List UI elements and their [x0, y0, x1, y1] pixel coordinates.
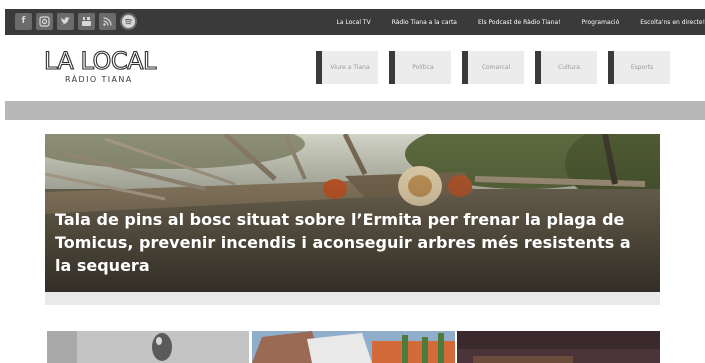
article-card[interactable]	[47, 331, 249, 363]
social-icons: f	[15, 13, 137, 30]
facebook-icon[interactable]: f	[15, 13, 32, 30]
nav-item-cultura[interactable]: Cultura	[535, 51, 597, 84]
hero-article[interactable]: Tala de pins al bosc situat sobre l’Ermi…	[45, 134, 660, 292]
main-nav: Viure a Tiana Política Comarcal Cultura …	[316, 51, 670, 84]
top-links: La Local TV Ràdio Tiana a la carta Els P…	[316, 9, 705, 35]
site-logo[interactable]: LA LOCAL RÀDIO TIANA	[43, 47, 166, 91]
instagram-icon[interactable]	[36, 13, 53, 30]
header-divider-bar	[5, 101, 705, 120]
top-link-la-local-tv[interactable]: La Local TV	[337, 19, 371, 26]
top-link-podcasts[interactable]: Els Podcast de Ràdio Tiana!	[478, 19, 561, 26]
logo-main-text: LA LOCAL	[43, 47, 157, 75]
article-card-image	[47, 331, 249, 363]
twitter-icon[interactable]	[57, 13, 74, 30]
top-bar: f La Local TV Ràdio Tiana a la carta Els…	[5, 9, 705, 35]
article-card[interactable]	[457, 331, 660, 363]
nav-item-viure-a-tiana[interactable]: Viure a Tiana	[316, 51, 378, 84]
top-link-escolta-en-directe[interactable]: Escolta'ns en directe!	[640, 19, 705, 26]
nav-item-comarcal[interactable]: Comarcal	[462, 51, 524, 84]
article-card-image	[252, 331, 455, 363]
nav-item-label: Política	[412, 64, 434, 71]
nav-item-label: Cultura	[558, 64, 580, 71]
top-link-radio-a-la-carta[interactable]: Ràdio Tiana a la carta	[392, 19, 457, 26]
nav-item-label: Comarcal	[481, 64, 511, 71]
article-card[interactable]	[252, 331, 455, 363]
top-link-programacio[interactable]: Programació	[582, 19, 620, 26]
logo-sub-text: RÀDIO TIANA	[65, 75, 133, 84]
hero-caption-bar	[45, 292, 660, 305]
nav-item-label: Viure a Tiana	[330, 64, 370, 71]
nav-item-esports[interactable]: Esports	[608, 51, 670, 84]
nav-item-politica[interactable]: Política	[389, 51, 451, 84]
article-card-image	[457, 331, 660, 363]
spotify-icon[interactable]	[120, 13, 137, 30]
hero-article-title[interactable]: Tala de pins al bosc situat sobre l’Ermi…	[55, 208, 645, 277]
rss-icon[interactable]	[99, 13, 116, 30]
nav-item-label: Esports	[630, 64, 654, 71]
page: { "topbar": { "social_icons": [ {"name":…	[0, 0, 705, 363]
youtube-icon[interactable]	[78, 13, 95, 30]
